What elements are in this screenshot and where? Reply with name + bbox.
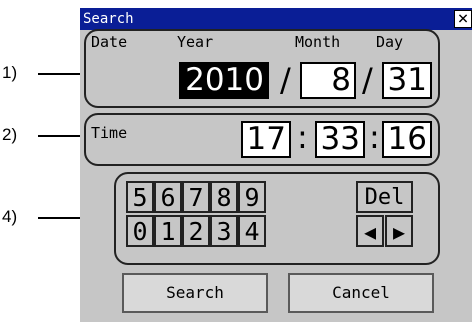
callout-1-leader-line [38,73,82,75]
key-7[interactable]: 7 [182,181,210,213]
key-1[interactable]: 1 [154,215,182,247]
keypad-group: 5 6 7 8 9 0 1 2 3 4 Del ◀ ▶ [114,172,440,265]
second-field[interactable]: 16 [382,121,432,158]
search-dialog: Search × Date Year Month Day 2010 / 8 / … [80,8,472,322]
date-separator-2: / [362,61,373,99]
search-button[interactable]: Search [122,273,268,313]
callout-4-leader-line [38,217,82,219]
key-9[interactable]: 9 [238,181,266,213]
window-title: Search [83,11,134,27]
time-separator-1: : [297,118,308,156]
delete-key[interactable]: Del [356,181,413,213]
month-field[interactable]: 8 [300,62,356,99]
date-separator-1: / [280,61,291,99]
time-group: Time 17 : 33 : 16 [84,113,440,166]
hour-field[interactable]: 17 [241,121,291,158]
day-label: Day [376,33,404,51]
callout-1-label: 1) [2,63,18,82]
date-label: Date [91,33,128,51]
day-field[interactable]: 31 [382,62,432,99]
key-3[interactable]: 3 [210,215,238,247]
close-button[interactable]: × [454,10,472,28]
callout-2-label: 2) [2,125,18,144]
callout-2-leader-line [38,135,82,137]
key-5[interactable]: 5 [126,181,154,213]
date-group: Date Year Month Day 2010 / 8 / 31 [84,29,440,108]
callout-4: 4) [0,207,82,227]
month-label: Month [295,33,341,51]
key-2[interactable]: 2 [182,215,210,247]
cursor-right-key[interactable]: ▶ [385,215,413,247]
title-bar: Search × [80,8,472,30]
year-field[interactable]: 2010 [179,62,269,99]
key-8[interactable]: 8 [210,181,238,213]
cursor-left-key[interactable]: ◀ [356,215,384,247]
callout-1: 1) [0,63,82,83]
time-separator-2: : [369,118,380,156]
key-4[interactable]: 4 [238,215,266,247]
callout-4-label: 4) [2,207,18,226]
key-6[interactable]: 6 [154,181,182,213]
callout-2: 2) [0,125,82,145]
key-0[interactable]: 0 [126,215,154,247]
time-label: Time [91,124,128,142]
minute-field[interactable]: 33 [315,121,365,158]
year-label: Year [177,33,214,51]
cancel-button[interactable]: Cancel [288,273,434,313]
